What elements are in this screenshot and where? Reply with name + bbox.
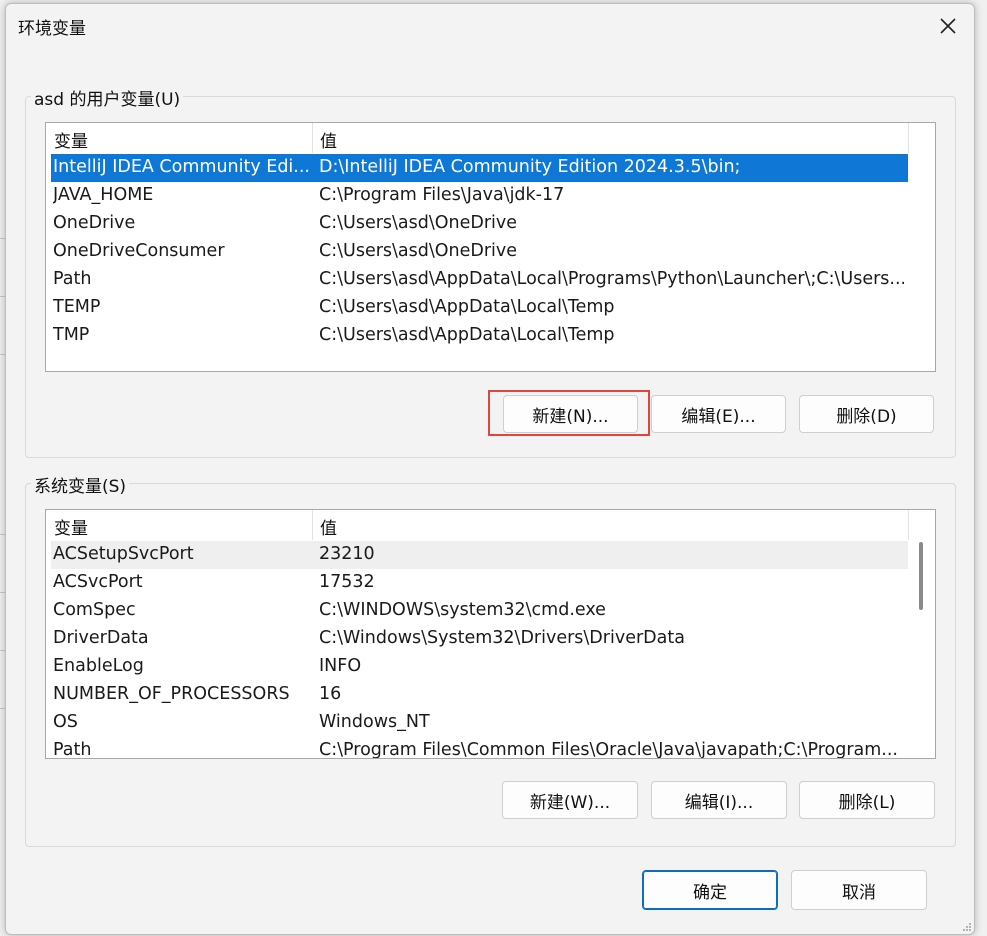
resize-grip-icon[interactable]	[962, 922, 972, 932]
variable-name: JAVA_HOME	[53, 185, 154, 205]
table-row[interactable]: DriverData C:\Windows\System32\Drivers\D…	[51, 625, 908, 653]
column-separator[interactable]	[312, 123, 313, 153]
cancel-button[interactable]: 取消	[791, 870, 927, 910]
variable-name: IntelliJ IDEA Community Edi...	[53, 157, 310, 177]
column-header-name[interactable]: 变量	[54, 514, 88, 539]
table-row[interactable]: Path C:\Users\asd\AppData\Local\Programs…	[51, 266, 908, 294]
user-delete-button[interactable]: 删除(D)	[799, 395, 934, 433]
system-variables-label: 系统变量(S)	[31, 472, 130, 497]
table-row[interactable]: OneDriveConsumer C:\Users\asd\OneDrive	[51, 238, 908, 266]
system-edit-button[interactable]: 编辑(I)...	[651, 781, 787, 819]
variable-name: DriverData	[53, 628, 149, 648]
close-button[interactable]	[928, 8, 968, 44]
variable-name: Path	[53, 740, 92, 759]
table-row[interactable]: ComSpec C:\WINDOWS\system32\cmd.exe	[51, 597, 908, 625]
vertical-scrollbar[interactable]	[919, 542, 923, 610]
variable-name: TEMP	[53, 297, 101, 317]
column-header-name[interactable]: 变量	[54, 127, 88, 152]
variable-name: NUMBER_OF_PROCESSORS	[53, 684, 290, 704]
table-row[interactable]: IntelliJ IDEA Community Edi... D:\Intell…	[51, 154, 908, 182]
variable-name: ComSpec	[53, 600, 136, 620]
user-edit-button[interactable]: 编辑(E)...	[651, 395, 786, 433]
variable-name: OS	[53, 712, 78, 732]
variable-value: 17532	[319, 572, 375, 592]
ok-button[interactable]: 确定	[642, 870, 778, 910]
variable-value: C:\WINDOWS\system32\cmd.exe	[319, 600, 606, 620]
table-row[interactable]: EnableLog INFO	[51, 653, 908, 681]
variable-value: C:\Program Files\Java\jdk-17	[319, 185, 565, 205]
table-row[interactable]: Path C:\Program Files\Common Files\Oracl…	[51, 737, 908, 759]
system-variables-list[interactable]: 变量 值 ACSetupSvcPort 23210 ACSvcPort 1753…	[45, 509, 936, 759]
variable-value: 23210	[319, 544, 375, 564]
table-row[interactable]: OS Windows_NT	[51, 709, 908, 737]
table-row[interactable]: JAVA_HOME C:\Program Files\Java\jdk-17	[51, 182, 908, 210]
annotation-highlight-box	[488, 390, 650, 436]
variable-value: C:\Users\asd\AppData\Local\Programs\Pyth…	[319, 269, 904, 289]
variable-name: Path	[53, 269, 92, 289]
user-variables-label: asd 的用户变量(U)	[31, 85, 184, 110]
table-row[interactable]: OneDrive C:\Users\asd\OneDrive	[51, 210, 908, 238]
system-delete-button[interactable]: 删除(L)	[799, 781, 935, 819]
variable-value: 16	[319, 684, 342, 704]
variable-name: EnableLog	[53, 656, 144, 676]
variable-name: OneDrive	[53, 213, 136, 233]
user-variables-list[interactable]: 变量 值 IntelliJ IDEA Community Edi... D:\I…	[45, 122, 936, 372]
table-row[interactable]: TMP C:\Users\asd\AppData\Local\Temp	[51, 322, 908, 350]
system-new-button[interactable]: 新建(W)...	[502, 781, 638, 819]
title-bar: 环境变量	[6, 4, 974, 48]
variable-name: TMP	[53, 325, 90, 345]
variable-value: C:\Users\asd\AppData\Local\Temp	[319, 325, 615, 345]
column-separator[interactable]	[908, 123, 909, 153]
dialog-title: 环境变量	[18, 19, 86, 39]
column-separator[interactable]	[908, 510, 909, 540]
table-row[interactable]: NUMBER_OF_PROCESSORS 16	[51, 681, 908, 709]
variable-value: C:\Windows\System32\Drivers\DriverData	[319, 628, 685, 648]
variable-value: C:\Program Files\Common Files\Oracle\Jav…	[319, 740, 898, 759]
variable-value: C:\Users\asd\AppData\Local\Temp	[319, 297, 615, 317]
environment-variables-dialog: 环境变量 asd 的用户变量(U) 变量 值 IntelliJ IDEA Com…	[5, 3, 975, 935]
variable-value: D:\IntelliJ IDEA Community Edition 2024.…	[319, 157, 741, 177]
close-icon	[940, 18, 956, 34]
variable-value: INFO	[319, 656, 362, 676]
column-header-value[interactable]: 值	[320, 514, 337, 539]
table-row[interactable]: TEMP C:\Users\asd\AppData\Local\Temp	[51, 294, 908, 322]
list-header: 变量 值	[46, 123, 935, 153]
variable-name: ACSvcPort	[53, 572, 143, 592]
variable-name: OneDriveConsumer	[53, 241, 225, 261]
column-header-value[interactable]: 值	[320, 127, 337, 152]
table-row[interactable]: ACSetupSvcPort 23210	[51, 541, 908, 569]
table-row[interactable]: ACSvcPort 17532	[51, 569, 908, 597]
variable-value: C:\Users\asd\OneDrive	[319, 213, 518, 233]
variable-value: C:\Users\asd\OneDrive	[319, 241, 518, 261]
list-header: 变量 值	[46, 510, 935, 540]
variable-value: Windows_NT	[319, 712, 430, 732]
variable-name: ACSetupSvcPort	[53, 544, 194, 564]
column-separator[interactable]	[312, 510, 313, 540]
